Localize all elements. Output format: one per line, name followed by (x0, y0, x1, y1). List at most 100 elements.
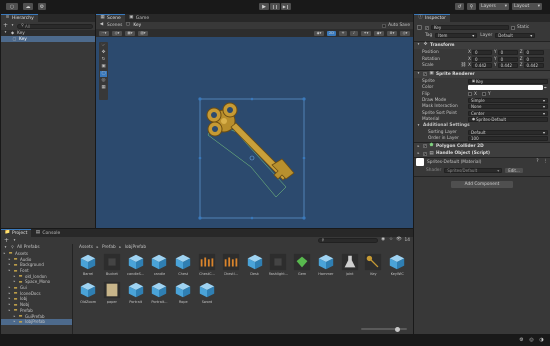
asset-tile[interactable]: OldZoom (77, 281, 99, 304)
sprite-renderer-enabled-checkbox[interactable]: ✓ (423, 72, 427, 76)
search-icon[interactable]: ⚲ (467, 3, 476, 10)
expand-arrow-icon[interactable]: ▾ (416, 123, 421, 128)
shader-dropdown[interactable]: Sprites/Default ▾ (444, 167, 503, 173)
asset-tile[interactable]: candleS... (125, 253, 147, 276)
snap-dropdown[interactable]: ▨▾ (138, 30, 148, 36)
key-sprite[interactable] (96, 37, 413, 228)
object-name-field[interactable]: Key (431, 25, 509, 30)
expand-arrow-icon[interactable]: ▾ (3, 31, 8, 36)
handle-object-header[interactable]: ▸ ✓ ▤ Handle Object (Script) (414, 150, 550, 158)
tab-hierarchy[interactable]: ≡ Hierarchy (1, 14, 38, 22)
sprite-field[interactable]: ▣ Key (468, 79, 548, 85)
asset-tile[interactable]: Portrait (125, 281, 147, 304)
order-in-layer-field[interactable]: 100 (468, 135, 548, 141)
draw-mode-dropdown[interactable]: ◉▾ (314, 30, 324, 36)
chevron-down-icon[interactable]: ▾ (10, 24, 15, 29)
breadcrumb-item[interactable]: Assets (79, 245, 93, 250)
transform-position-y-field[interactable]: 0 (497, 50, 518, 56)
lighting-toggle[interactable]: ☀ (339, 30, 347, 36)
transform-rotation-x-field[interactable]: 0 (471, 56, 492, 62)
expand-arrow-icon[interactable]: ▸ (13, 314, 16, 319)
pivot-dropdown[interactable]: ◎▾ (112, 30, 122, 36)
tab-game[interactable]: ▣ Game (124, 14, 154, 22)
asset-tile[interactable]: Bucket (101, 253, 123, 276)
expand-arrow-icon[interactable]: ▸ (13, 274, 16, 279)
scene-viewport[interactable]: ☞ ✥ ↻ ▣ ▢ ◎ ▦ (96, 37, 413, 228)
progress-icon[interactable]: ◎ (529, 338, 534, 343)
bug-icon[interactable]: ⚙ (519, 338, 524, 343)
add-icon[interactable]: + (3, 23, 8, 29)
asset-tile[interactable]: Key (362, 253, 384, 276)
effects-dropdown[interactable]: ✦▾ (361, 30, 371, 36)
transform-rotation-y-field[interactable]: 0 (497, 56, 518, 62)
tab-project[interactable]: 📁 Project (1, 229, 32, 237)
audio-toggle[interactable]: ♪ (350, 30, 358, 36)
hierarchy-search-input[interactable]: ⚲ All (17, 23, 93, 29)
asset-tile[interactable]: Chest (172, 253, 194, 276)
transform-position-z-field[interactable]: 0 (523, 50, 544, 56)
expand-arrow-icon[interactable]: ▸ (8, 291, 11, 296)
expand-arrow-icon[interactable]: ▸ (416, 151, 421, 156)
asset-tile[interactable]: Barrel (77, 253, 99, 276)
expand-arrow-icon[interactable]: ▸ (8, 308, 11, 313)
sorting-layer-dropdown[interactable]: Default ▾ (468, 129, 548, 135)
gizmos-dropdown[interactable]: ◎▾ (400, 30, 410, 36)
account-button[interactable]: ○ (6, 3, 18, 10)
material-field[interactable]: ● Sprites-Default (468, 116, 548, 122)
edit-shader-button[interactable]: Edit... (505, 167, 523, 173)
asset-tile[interactable]: KeyWIC (386, 253, 408, 276)
slider-handle[interactable] (395, 326, 400, 332)
constrain-proportions-icon[interactable]: ⛓ (461, 63, 467, 68)
notifications-icon[interactable]: ◑ (539, 338, 544, 343)
asset-tile[interactable]: flashlight... (267, 253, 289, 276)
chevron-down-icon[interactable]: ▾ (12, 238, 17, 243)
expand-arrow-icon[interactable]: ▾ (416, 43, 421, 48)
expand-arrow-icon[interactable]: ▸ (13, 319, 16, 324)
transform-rotation-z-field[interactable]: 0 (523, 56, 544, 62)
expand-arrow-icon[interactable]: ▸ (8, 262, 11, 267)
layers-dropdown[interactable]: Layers ▾ (479, 3, 509, 10)
flip-x-checkbox[interactable] (468, 92, 472, 97)
asset-tile[interactable]: ChestC... (196, 253, 218, 276)
auto-save-checkbox[interactable] (382, 23, 387, 28)
step-button[interactable]: ▶❙ (281, 3, 291, 10)
active-checkbox[interactable]: ✓ (425, 25, 429, 30)
handle-object-enabled-checkbox[interactable]: ✓ (423, 151, 427, 156)
asset-tile[interactable]: Rope (172, 281, 194, 304)
expand-arrow-icon[interactable]: ▸ (8, 257, 11, 262)
asset-tile[interactable]: joint (339, 253, 361, 276)
expand-arrow-icon[interactable]: ▾ (3, 245, 8, 250)
expand-arrow-icon[interactable]: ▸ (13, 279, 16, 284)
polygon-collider-enabled-checkbox[interactable]: ✓ (423, 144, 427, 149)
expand-arrow-icon[interactable]: ▸ (8, 285, 11, 290)
asset-tile[interactable]: Gem (291, 253, 313, 276)
static-checkbox[interactable] (511, 25, 515, 30)
tab-inspector[interactable]: ⓘ Inspector (414, 14, 450, 22)
camera-dropdown[interactable]: ⚙▾ (387, 30, 397, 36)
breadcrumb-item[interactable]: Prefab (102, 245, 116, 250)
expand-arrow-icon[interactable]: ▸ (8, 268, 11, 273)
tab-console[interactable]: ▤ Console (31, 229, 65, 237)
asset-tile[interactable]: candle (148, 253, 170, 276)
add-icon[interactable]: + (4, 237, 9, 243)
expand-arrow-icon[interactable]: ▸ (416, 144, 421, 149)
grid-dropdown[interactable]: ▦▾ (125, 30, 135, 36)
filter-type-icon[interactable]: ◉ (381, 238, 386, 243)
pause-button[interactable]: ❙❙ (270, 3, 280, 10)
history-icon[interactable]: ↺ (455, 3, 464, 10)
breadcrumb-root[interactable]: Scenes (107, 23, 122, 28)
mask-interaction-dropdown[interactable]: None ▾ (468, 104, 548, 110)
tab-scene[interactable]: ▦ Scene (96, 14, 125, 22)
hierarchy-item-key[interactable]: ▢ Key (1, 36, 95, 42)
transform-scale-z-field[interactable]: 0.442 (523, 63, 544, 69)
icon-size-slider[interactable] (361, 326, 407, 332)
expand-arrow-icon[interactable]: ▸ (8, 296, 11, 301)
asset-tile[interactable]: Portrait... (148, 281, 170, 304)
layout-dropdown[interactable]: Layout ▾ (512, 3, 542, 10)
flip-y-checkbox[interactable] (481, 92, 486, 97)
eyedropper-icon[interactable]: ✒ (543, 85, 548, 90)
sprite-renderer-header[interactable]: ▾ ✓ ▣ Sprite Renderer (414, 70, 550, 78)
settings-icon[interactable]: ⋮ (543, 159, 548, 165)
hand-tool-dropdown[interactable]: ☞▾ (99, 30, 109, 36)
tree-item[interactable]: ▸ ▬ lobjPrefab (1, 318, 72, 325)
